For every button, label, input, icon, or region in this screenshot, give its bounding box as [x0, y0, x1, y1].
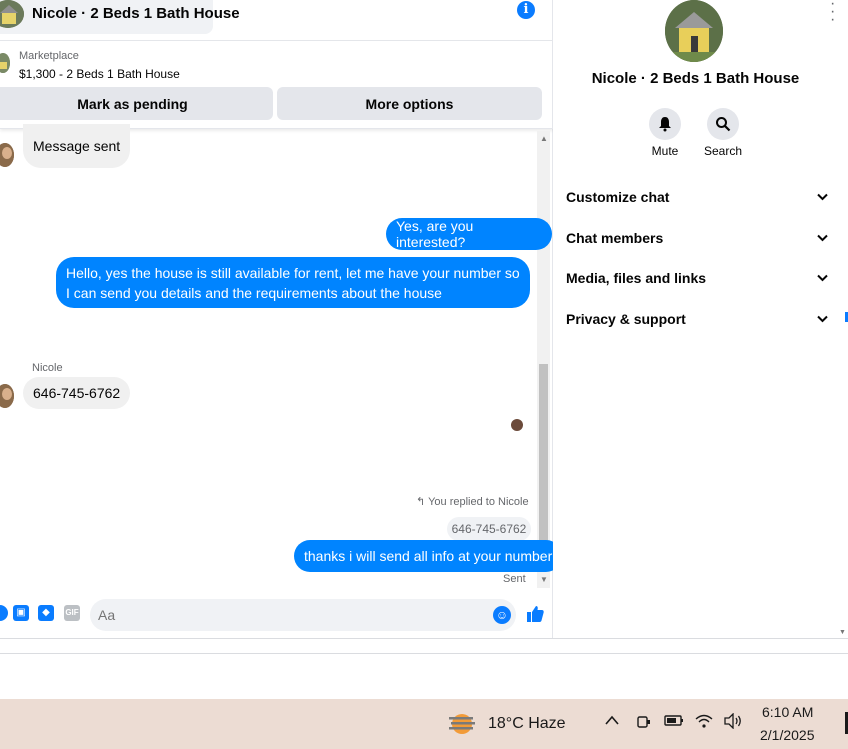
messenger-window: Nicole · 2 Beds 1 Bath House i Marketpla…: [0, 0, 848, 749]
listing-thumbnail[interactable]: [0, 53, 10, 73]
message-input[interactable]: [90, 599, 516, 631]
volume-icon[interactable]: [723, 712, 743, 733]
section-label: Chat members: [566, 230, 664, 246]
sticker-icon[interactable]: ◆: [38, 605, 54, 621]
chevron-down-icon: [817, 271, 828, 285]
search-action[interactable]: Search: [693, 108, 753, 158]
message-bubble-incoming[interactable]: 646-745-6762: [23, 377, 131, 409]
section-label: Customize chat: [566, 189, 670, 205]
listing-avatar: [0, 0, 24, 28]
reply-indicator: ↰ You replied to Nicole: [416, 495, 529, 508]
section-label: Privacy & support: [566, 311, 686, 327]
scroll-down-arrow-icon[interactable]: ▼: [839, 629, 846, 636]
mute-label: Mute: [651, 144, 679, 158]
message-bubble-incoming[interactable]: Message sent: [23, 124, 131, 168]
mute-action[interactable]: Mute: [635, 108, 695, 158]
section-label: Media, files and links: [566, 270, 707, 286]
conversation-avatar[interactable]: [665, 0, 723, 62]
message-bubble-outgoing[interactable]: Yes, are you interested?: [386, 218, 552, 250]
browser-status-area: [0, 654, 848, 699]
weather-text[interactable]: 18°C Haze: [488, 715, 566, 733]
listing-price-title[interactable]: $1,300 - 2 Beds 1 Bath House: [19, 67, 180, 81]
search-label: Search: [703, 144, 743, 158]
conversation-title: Nicole · 2 Beds 1 Bath House: [32, 5, 240, 22]
message-status: Sent: [503, 573, 526, 585]
scroll-down-arrow-icon[interactable]: ▼: [540, 575, 548, 584]
marketplace-banner: Marketplace $1,300 - 2 Beds 1 Bath House…: [0, 41, 553, 129]
message-composer: ▣ ◆ GIF ☺: [0, 596, 553, 636]
gif-icon[interactable]: GIF: [64, 605, 80, 621]
marketplace-label: Marketplace: [19, 50, 79, 62]
horizontal-scrollbar[interactable]: [0, 638, 848, 654]
battery-icon[interactable]: [664, 713, 684, 731]
section-customize-chat[interactable]: Customize chat: [566, 186, 828, 208]
reply-indicator-label: You replied to Nicole: [428, 496, 529, 508]
weather-icon[interactable]: [447, 711, 477, 737]
clock-date[interactable]: 2/1/2025: [760, 727, 815, 743]
chevron-down-icon: [817, 231, 828, 245]
contact-avatar[interactable]: [0, 384, 14, 408]
conversation-title-pill[interactable]: Nicole · 2 Beds 1 Bath House: [0, 0, 240, 34]
search-icon[interactable]: [707, 108, 739, 140]
chevron-down-icon: [817, 190, 828, 204]
more-options-button[interactable]: More options: [277, 87, 542, 120]
meet-now-icon[interactable]: [636, 713, 652, 735]
message-sender-name: Nicole: [32, 362, 63, 374]
bell-icon[interactable]: [649, 108, 681, 140]
chat-header: Nicole · 2 Beds 1 Bath House i: [0, 0, 553, 41]
plus-icon[interactable]: [0, 605, 8, 621]
image-icon[interactable]: ▣: [13, 605, 29, 621]
chat-pane: Nicole · 2 Beds 1 Bath House i Marketpla…: [0, 0, 563, 638]
like-icon[interactable]: [525, 604, 545, 624]
chat-info-panel: · · · Nicole · 2 Beds 1 Bath House Mute Se…: [553, 0, 838, 638]
mark-as-pending-button[interactable]: Mark as pending: [0, 87, 273, 120]
windows-taskbar: 18°C Haze 6:10 AM 2/1/2025: [0, 699, 848, 749]
message-bubble-outgoing[interactable]: Hello, yes the house is still available …: [56, 257, 530, 308]
reply-arrow-icon: ↰: [416, 496, 426, 508]
section-privacy-support[interactable]: Privacy & support: [566, 308, 828, 330]
chevron-up-icon[interactable]: [604, 713, 620, 730]
chevron-down-icon: [817, 312, 828, 326]
clock-time[interactable]: 6:10 AM: [762, 704, 813, 720]
quoted-message[interactable]: 646-745-6762: [447, 517, 531, 541]
message-bubble-outgoing[interactable]: thanks i will send all info at your numb…: [294, 540, 563, 572]
info-icon[interactable]: i: [517, 1, 535, 19]
seen-receipt-avatar: [511, 419, 523, 431]
section-media-files-links[interactable]: Media, files and links: [566, 267, 828, 289]
scroll-up-arrow-icon[interactable]: ▲: [540, 134, 548, 143]
contact-avatar[interactable]: [0, 143, 14, 167]
section-chat-members[interactable]: Chat members: [566, 227, 828, 249]
more-vertical-icon[interactable]: · · ·: [830, 0, 836, 28]
conversation-name: Nicole · 2 Beds 1 Bath House: [591, 70, 800, 87]
emoji-icon[interactable]: ☺: [493, 606, 511, 624]
wifi-icon[interactable]: [695, 713, 713, 733]
